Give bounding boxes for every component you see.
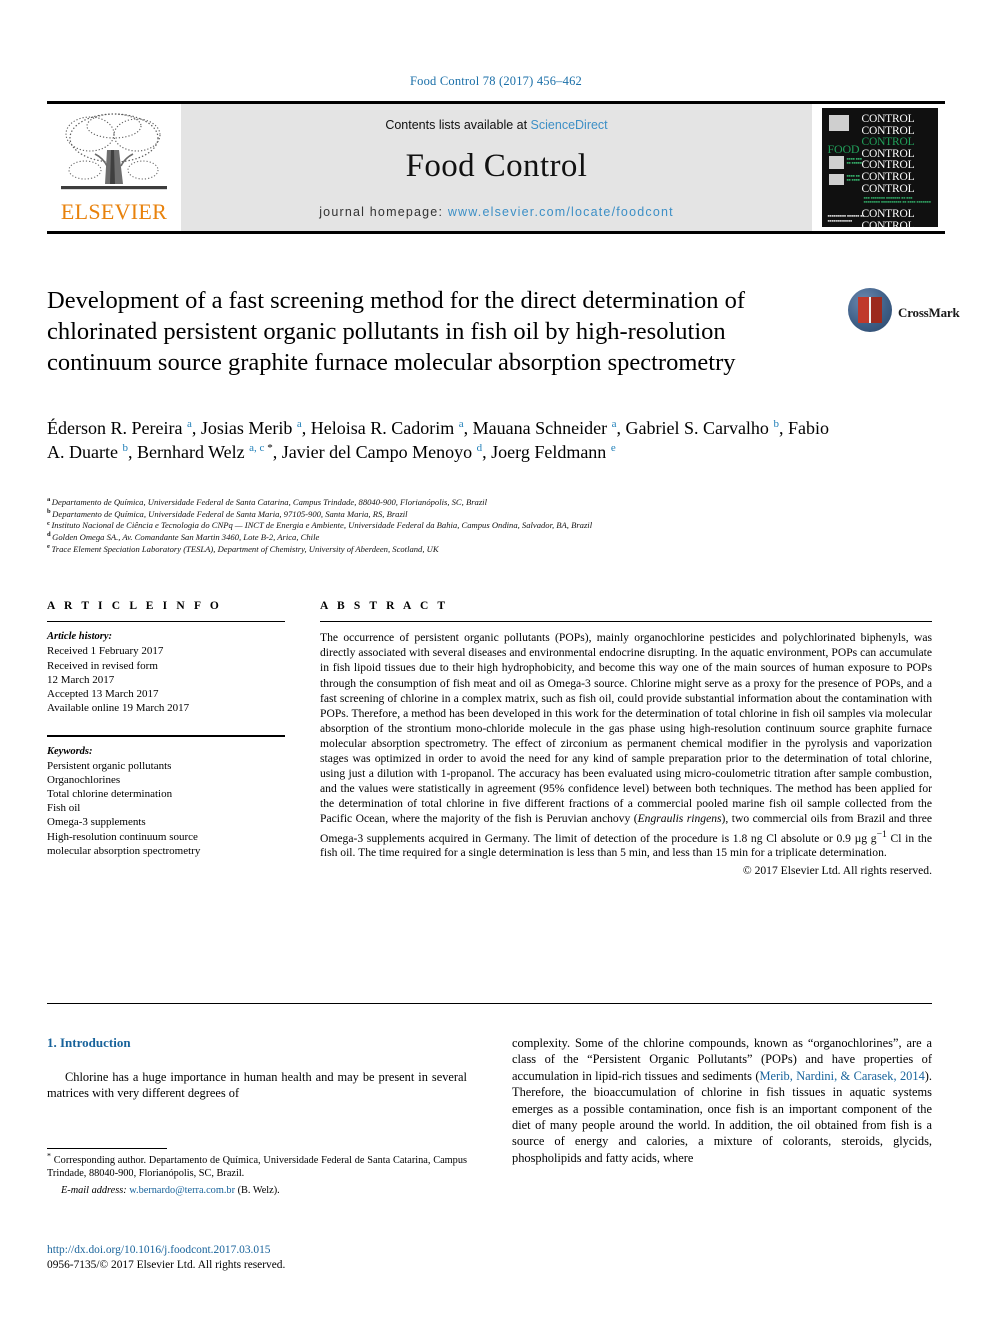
- abstract-rule: [320, 621, 932, 623]
- abstract-section: A B S T R A C T The occurrence of persis…: [320, 600, 932, 878]
- cover-control-word: CONTROL: [861, 170, 915, 183]
- abstract-text: The occurrence of persistent organic pol…: [320, 631, 933, 860]
- keyword-item: Total chlorine determination: [47, 788, 173, 801]
- contents-available-line: Contents lists available at ScienceDirec…: [181, 118, 812, 132]
- keyword-item: Fish oil: [47, 802, 81, 815]
- affiliation-item: b Departamento de Química, Universidade F…: [47, 507, 937, 521]
- affiliation-mark: c: [47, 519, 50, 527]
- keyword-item: molecular absorption spectrometry: [47, 844, 201, 857]
- issn-copyright: 0956-7135/© 2017 Elsevier Ltd. All right…: [47, 1259, 286, 1271]
- article-info-section: A R T I C L E I N F O Article history: R…: [47, 600, 285, 858]
- article-info-rule: [47, 621, 285, 623]
- homepage-label: journal homepage:: [319, 205, 448, 219]
- contents-prefix: Contents lists available at: [385, 118, 531, 132]
- affiliation-mark: a: [47, 496, 51, 504]
- cover-control-word: CONTROL: [861, 113, 915, 125]
- paper-page: Food Control 78 (2017) 456–462 ELSEVIER …: [0, 0, 992, 1323]
- crossmark-book-spine: [869, 297, 871, 323]
- affiliation-item: c Instituto Nacional de Ciência e Tecnolo…: [47, 520, 937, 532]
- keywords-label: Keywords:: [47, 745, 93, 757]
- affiliation-mark: e: [47, 542, 50, 550]
- elsevier-tree-icon: [61, 113, 167, 190]
- affiliation-list: a Departamento de Química, Universidade F…: [47, 496, 937, 556]
- cover-control-word: CONTROL: [861, 219, 915, 227]
- article-history-item: Available online 19 March 2017: [47, 702, 190, 715]
- cover-food-word: FOOD: [827, 142, 860, 156]
- affiliation-item: e Trace Element Speciation Laboratory (TE…: [47, 542, 937, 556]
- affiliation-text: Departamento de Química, Universidade Fe…: [52, 508, 408, 519]
- affiliation-text: Instituto Nacional de Ciência e Tecnolog…: [51, 520, 593, 531]
- affiliation-text: Golden Omega SA., Av. Comandante San Mar…: [52, 532, 320, 543]
- intro-paragraph-left: Chlorine has a huge importance in human …: [47, 1070, 467, 1101]
- elsevier-logo: ELSEVIER: [47, 104, 180, 231]
- affiliation-mark: d: [47, 531, 51, 539]
- doi-link[interactable]: http://dx.doi.org/10.1016/j.foodcont.201…: [47, 1243, 467, 1258]
- cover-chip-b: [828, 174, 844, 185]
- masthead-center-band: Contents lists available at ScienceDirec…: [181, 104, 812, 231]
- email-suffix: (B. Welz).: [235, 1184, 280, 1196]
- journal-homepage-link[interactable]: www.elsevier.com/locate/foodcont: [448, 205, 674, 219]
- keyword-item: Organochlorines: [47, 773, 121, 786]
- keywords-rule: [47, 735, 285, 737]
- article-history-item: 12 March 2017: [47, 673, 115, 686]
- footnote-rule: [47, 1148, 167, 1149]
- affiliation-text: Departamento de Química, Universidade Fe…: [51, 497, 487, 507]
- crossmark-icon: [848, 288, 892, 332]
- intro-left-column: 1. Introduction Chlorine has a huge impo…: [47, 1035, 467, 1102]
- affiliation-mark: b: [47, 507, 51, 515]
- running-head: Food Control 78 (2017) 456–462: [410, 74, 582, 88]
- author-list: Éderson R. Pereira a, Josias Merib a, He…: [47, 418, 829, 462]
- keyword-item: High-resolution continuum source: [47, 830, 198, 843]
- cover-footer-text: ■■■■■■■■■ ■■■■■■ ■■ ■■■■■■■■■■■■: [827, 214, 865, 223]
- crossmark-badge[interactable]: CrossMark: [848, 288, 960, 338]
- body-separator-rule: [47, 1003, 932, 1004]
- keyword-item: Persistent organic pollutants: [47, 759, 172, 772]
- crossmark-book-right: [870, 297, 882, 323]
- journal-cover-thumbnail[interactable]: FOOD ■■■■ ■■■ ■■ ■■■■■ ■■■■ ■■ ■■ ■■■■ ■■■…: [814, 104, 945, 231]
- abstract-copyright: © 2017 Elsevier Ltd. All rights reserved…: [742, 863, 932, 877]
- crossmark-label: CrossMark: [898, 305, 960, 320]
- journal-homepage-line: journal homepage: www.elsevier.com/locat…: [181, 205, 812, 219]
- cover-chip-a: [828, 156, 844, 169]
- page-title: Development of a fast screening method f…: [47, 287, 745, 376]
- section-heading-introduction: 1. Introduction: [47, 1035, 131, 1050]
- journal-cover-image: FOOD ■■■■ ■■■ ■■ ■■■■■ ■■■■ ■■ ■■ ■■■■ ■■■…: [821, 108, 938, 227]
- cover-control-word: CONTROL: [861, 182, 915, 195]
- email-label: E-mail address:: [61, 1184, 130, 1196]
- corresponding-author-text: * Corresponding author. Departamento de …: [47, 1151, 467, 1180]
- sciencedirect-link[interactable]: ScienceDirect: [531, 118, 608, 132]
- affiliation-item: a Departamento de Química, Universidade F…: [47, 496, 937, 509]
- intro-right-column: complexity. Some of the chlorine compoun…: [512, 1035, 932, 1166]
- journal-title: Food Control: [405, 148, 588, 184]
- journal-masthead: ELSEVIER Contents lists available at Sci…: [47, 101, 945, 234]
- email-link[interactable]: w.bernardo@terra.com.br: [129, 1185, 235, 1196]
- email-line: E-mail address: w.bernardo@terra.com.br …: [47, 1184, 467, 1197]
- affiliation-item: d Golden Omega SA., Av. Comandante San Ma…: [47, 531, 937, 544]
- corresponding-author-footnote: * Corresponding author. Departamento de …: [47, 1148, 467, 1197]
- affiliation-text: Trace Element Speciation Laboratory (TES…: [51, 543, 439, 554]
- cover-chip-logo: [828, 115, 849, 131]
- elsevier-wordmark: ELSEVIER: [60, 199, 168, 224]
- footer-identifiers: http://dx.doi.org/10.1016/j.foodcont.201…: [47, 1243, 467, 1273]
- cover-control-word: CONTROL: [861, 208, 915, 221]
- keyword-item: Omega-3 supplements: [47, 816, 146, 829]
- abstract-heading: A B S T R A C T: [320, 600, 449, 612]
- article-history-item: Received in revised form: [47, 659, 158, 672]
- intro-paragraph-right: complexity. Some of the chlorine compoun…: [512, 1036, 932, 1165]
- article-history-item: Received 1 February 2017: [47, 645, 164, 658]
- article-history-label: Article history:: [47, 631, 113, 643]
- masthead-bottom-rule: [47, 231, 945, 234]
- cover-control-stack: CONTROL CONTROL CONTROL CONTROL CONTROL …: [861, 113, 934, 227]
- article-history-item: Accepted 13 March 2017: [47, 687, 159, 700]
- article-info-heading: A R T I C L E I N F O: [47, 600, 222, 612]
